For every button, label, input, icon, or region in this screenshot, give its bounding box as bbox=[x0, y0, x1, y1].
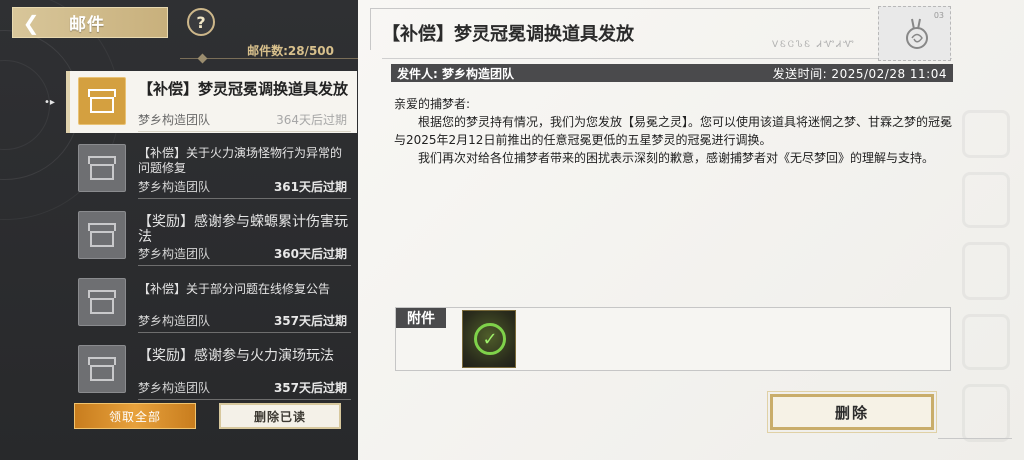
rabbit-stamp-icon bbox=[906, 18, 928, 49]
divider bbox=[138, 131, 351, 132]
mail-gift-icon bbox=[78, 144, 126, 192]
attachment-box: 附件 ✓ bbox=[395, 307, 951, 371]
frame-line bbox=[370, 8, 870, 9]
back-button[interactable]: ❮ 邮件 bbox=[12, 7, 168, 38]
delete-read-button[interactable]: 删除已读 bbox=[219, 403, 341, 429]
claim-all-button[interactable]: 领取全部 bbox=[74, 403, 196, 429]
mail-body: 亲爱的捕梦者: 根据您的梦灵持有情况，我们为您发放【易冕之灵】。您可以使用该道具… bbox=[394, 95, 954, 167]
decorative-watermark bbox=[956, 110, 1016, 450]
mail-count: 邮件数:28/500 bbox=[247, 44, 334, 58]
sender-bar: 发件人: 梦乡构造团队 发送时间: 2025/02/28 11:04 bbox=[391, 64, 953, 82]
mail-subject: 【补偿】梦灵冠冕调换道具发放 bbox=[382, 24, 634, 45]
mail-sender: 梦乡构造团队 bbox=[138, 247, 211, 261]
mail-gift-icon bbox=[78, 211, 126, 259]
help-button[interactable]: ? bbox=[187, 8, 215, 36]
mail-title: 【补偿】关于火力演场怪物行为异常的问题修复 bbox=[138, 146, 343, 175]
mail-item[interactable]: 【补偿】关于部分问题在线修复公告 梦乡构造团队 357天后过期 bbox=[70, 272, 357, 334]
divider bbox=[138, 265, 351, 266]
send-time: 发送时间: 2025/02/28 11:04 bbox=[772, 67, 947, 81]
check-icon: ✓ bbox=[474, 323, 506, 355]
back-arrow-icon: ❮ bbox=[22, 10, 40, 35]
stamp: 03 bbox=[878, 6, 951, 61]
greeting: 亲爱的捕梦者: bbox=[394, 97, 471, 111]
mail-sender: 梦乡构造团队 bbox=[138, 381, 211, 395]
attachment-label: 附件 bbox=[396, 308, 446, 328]
mail-expire: 357天后过期 bbox=[273, 314, 347, 328]
mail-expire: 364天后过期 bbox=[276, 113, 347, 127]
stamp-number: 03 bbox=[933, 11, 944, 20]
mail-gift-icon bbox=[78, 345, 126, 393]
divider bbox=[382, 58, 952, 59]
diamond-icon bbox=[197, 53, 208, 64]
mail-expire: 357天后过期 bbox=[273, 381, 347, 395]
body-paragraph: 我们再次对给各位捕梦者带来的困扰表示深刻的歉意，感谢捕梦者对《无尽梦回》的理解与… bbox=[418, 151, 935, 165]
mail-title: 【奖励】感谢参与蝾螈累计伤害玩法 bbox=[138, 214, 348, 245]
delete-button[interactable]: 删除 bbox=[767, 391, 937, 433]
body-paragraph: 根据您的梦灵持有情况，我们为您发放【易冕之灵】。您可以使用该道具将迷惘之梦、甘霖… bbox=[394, 115, 953, 147]
mail-sender: 梦乡构造团队 bbox=[138, 314, 211, 328]
frame-line bbox=[370, 8, 371, 50]
mail-title: 【补偿】梦灵冠冕调换道具发放 bbox=[138, 80, 349, 98]
mail-expire: 360天后过期 bbox=[273, 247, 347, 261]
divider bbox=[138, 332, 351, 333]
mail-item[interactable]: 【补偿】关于火力演场怪物行为异常的问题修复 梦乡构造团队 361天后过期 bbox=[70, 138, 357, 200]
mail-detail-panel: 【补偿】梦灵冠冕调换道具发放 03 ᐯᏋᏣᏖᏋ ᏗᏉᏗᏉ 发件人: 梦乡构造团队… bbox=[358, 0, 1024, 460]
page-title: 邮件 bbox=[69, 15, 105, 35]
mail-list-panel: ❮ 邮件 ? 邮件数:28/500 •▸ 【补偿】梦灵冠冕调换道具发放 梦乡构造… bbox=[0, 0, 358, 460]
mail-sender: 梦乡构造团队 bbox=[138, 113, 211, 127]
mail-gift-icon bbox=[78, 278, 126, 326]
mail-item[interactable]: 【补偿】梦灵冠冕调换道具发放 梦乡构造团队 364天后过期 bbox=[66, 71, 357, 133]
mail-title: 【补偿】关于部分问题在线修复公告 bbox=[138, 282, 331, 296]
sender-label: 发件人: 梦乡构造团队 bbox=[397, 67, 514, 81]
mail-item[interactable]: 【奖励】感谢参与火力演场玩法 梦乡构造团队 357天后过期 bbox=[70, 339, 357, 401]
selection-pointer-icon: •▸ bbox=[44, 97, 55, 108]
attachment-item[interactable]: ✓ bbox=[462, 310, 516, 368]
mail-item[interactable]: 【奖励】感谢参与蝾螈累计伤害玩法 梦乡构造团队 360天后过期 bbox=[70, 205, 357, 267]
frame-line bbox=[938, 438, 1012, 439]
mail-expire: 361天后过期 bbox=[273, 180, 347, 194]
mail-title: 【奖励】感谢参与火力演场玩法 bbox=[138, 348, 334, 364]
mail-sender: 梦乡构造团队 bbox=[138, 180, 211, 194]
divider bbox=[138, 198, 351, 199]
help-icon: ? bbox=[196, 12, 206, 32]
mail-gift-icon bbox=[78, 77, 126, 125]
divider bbox=[138, 399, 351, 400]
stamp-script: ᐯᏋᏣᏖᏋ ᏗᏉᏗᏉ bbox=[772, 40, 856, 50]
